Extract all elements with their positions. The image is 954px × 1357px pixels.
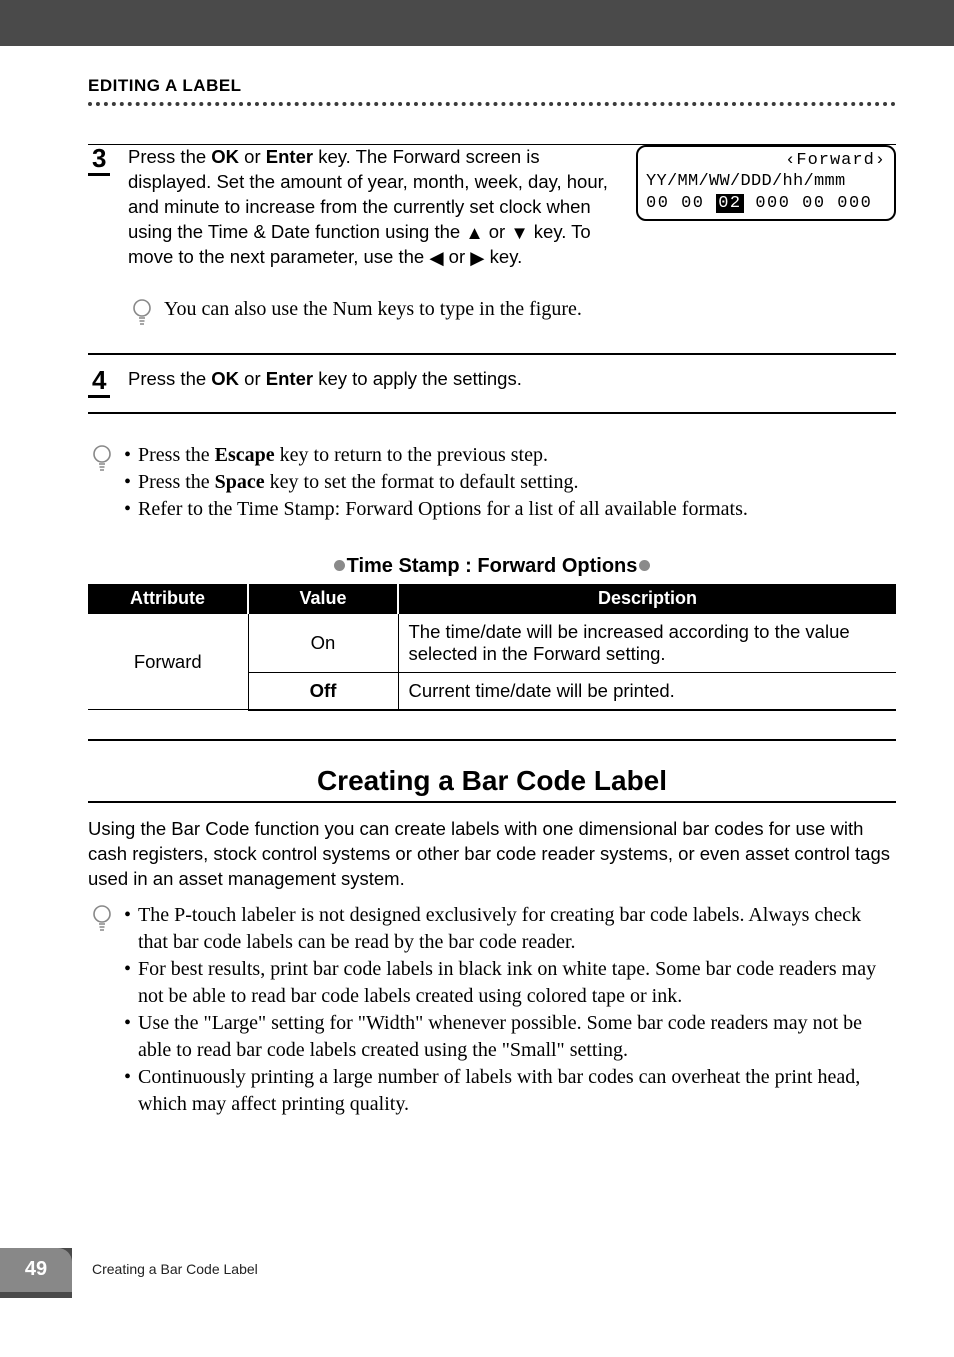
cell-attribute: Forward (88, 613, 248, 710)
tip-item: Refer to the Time Stamp: Forward Options… (124, 496, 748, 523)
lcd-selected-value: 02 (716, 194, 743, 213)
text: Press the (128, 368, 211, 389)
page-number: 49 (0, 1248, 72, 1292)
forward-options-table: Attribute Value Description Forward On T… (88, 584, 896, 711)
step-divider (88, 353, 896, 355)
bullet-icon (639, 560, 650, 571)
step-number: 4 (88, 367, 110, 398)
down-arrow-icon: ▼ (510, 221, 528, 246)
key-space: Space (215, 471, 265, 493)
section-heading: Creating a Bar Code Label (88, 765, 896, 797)
text: or (484, 221, 511, 242)
text: Press the (138, 444, 215, 466)
step-4: 4 Press the OK or Enter key to apply the… (88, 367, 896, 408)
key-ok: OK (211, 368, 239, 389)
step-4-body: Press the OK or Enter key to apply the s… (128, 367, 896, 392)
step-number-cell: 4 (88, 367, 128, 398)
text: or (444, 246, 471, 267)
tips-list: Press the Escape key to return to the pr… (124, 442, 748, 523)
bullet-icon (334, 560, 345, 571)
lcd-val-a: 00 00 (646, 194, 716, 213)
section-intro: Using the Bar Code function you can crea… (88, 817, 896, 892)
section-divider (88, 739, 896, 741)
left-arrow-icon: ◀ (429, 246, 443, 271)
note-item: For best results, print bar code labels … (124, 956, 896, 1010)
note-item: The P-touch labeler is not designed excl… (124, 902, 896, 956)
step-divider (88, 412, 896, 414)
lightbulb-icon (92, 444, 114, 477)
right-arrow-icon: ▶ (470, 246, 484, 271)
table-title: Time Stamp : Forward Options (88, 555, 896, 578)
text: Press the (128, 146, 211, 167)
lcd-title: ‹Forward› (646, 150, 886, 171)
step-number: 3 (88, 145, 110, 176)
text: Press the (138, 471, 215, 493)
lcd-val-b: 000 00 000 (744, 194, 873, 213)
step-3-body: Press the OK or Enter key. The Forward s… (128, 145, 618, 270)
page-content: EDITING A LABEL 3 Press the OK or Enter … (0, 46, 954, 1118)
cell-value: Off (248, 672, 398, 710)
key-enter: Enter (266, 146, 313, 167)
lightbulb-icon (132, 298, 154, 331)
text: key. (485, 246, 523, 267)
key-enter: Enter (266, 368, 313, 389)
tip-item: Press the Space key to set the format to… (124, 469, 748, 496)
table-title-text: Time Stamp : Forward Options (347, 555, 638, 577)
section-category: EDITING A LABEL (88, 76, 896, 96)
col-value: Value (248, 584, 398, 614)
col-attribute: Attribute (88, 584, 248, 614)
note-item: Use the "Large" setting for "Width" when… (124, 1010, 896, 1064)
step-3: 3 Press the OK or Enter key. The Forward… (88, 145, 896, 280)
text: or (239, 368, 266, 389)
header-bar (0, 0, 954, 46)
key-escape: Escape (215, 444, 275, 466)
text: or (239, 146, 266, 167)
lcd-format-line: YY/MM/WW/DDD/hh/mmm (646, 171, 886, 192)
cell-value: On (248, 613, 398, 672)
up-arrow-icon: ▲ (465, 221, 483, 246)
table-header-row: Attribute Value Description (88, 584, 896, 614)
text: key to set the format to default setting… (265, 471, 579, 493)
tip-text: You can also use the Num keys to type in… (164, 296, 582, 323)
value-off: Off (310, 680, 337, 701)
tip-item: Press the Escape key to return to the pr… (124, 442, 748, 469)
lcd-values-line: 00 00 02 000 00 000 (646, 193, 886, 214)
section-notes: The P-touch labeler is not designed excl… (88, 902, 896, 1118)
note-item: Continuously printing a large number of … (124, 1064, 896, 1118)
notes-list: The P-touch labeler is not designed excl… (124, 902, 896, 1118)
tip-numkeys: You can also use the Num keys to type in… (88, 296, 896, 331)
footer-text: Creating a Bar Code Label (92, 1261, 258, 1277)
cell-description: The time/date will be increased accordin… (398, 613, 896, 672)
dotted-divider (88, 102, 896, 106)
text: key to apply the settings. (313, 368, 522, 389)
step-number-cell: 3 (88, 145, 128, 176)
text: key to return to the previous step. (275, 444, 548, 466)
col-description: Description (398, 584, 896, 614)
table-row: Forward On The time/date will be increas… (88, 613, 896, 672)
page-footer: 49 Creating a Bar Code Label (0, 1248, 954, 1298)
tips-block: Press the Escape key to return to the pr… (88, 442, 896, 523)
key-ok: OK (211, 146, 239, 167)
cell-description: Current time/date will be printed. (398, 672, 896, 710)
lcd-screenshot: ‹Forward› YY/MM/WW/DDD/hh/mmm 00 00 02 0… (636, 145, 896, 221)
lightbulb-icon (92, 904, 114, 937)
section-divider (88, 801, 896, 803)
